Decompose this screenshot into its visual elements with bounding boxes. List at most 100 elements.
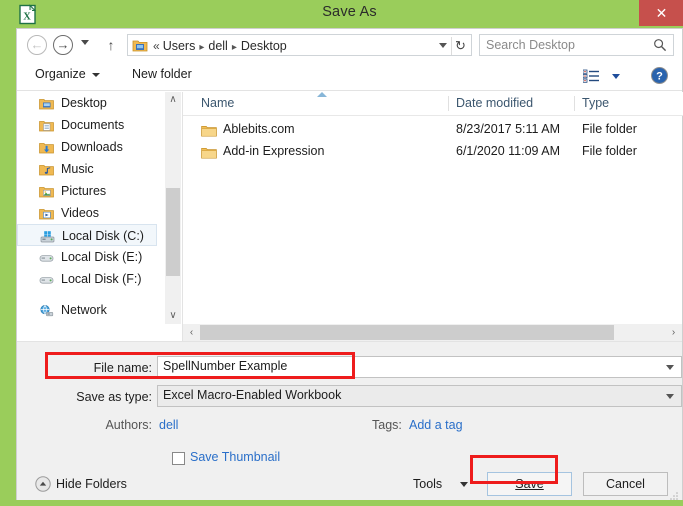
resize-grip-icon[interactable] <box>669 488 679 500</box>
breadcrumb-separator-icon: ▸ <box>199 42 205 53</box>
drive-icon <box>39 272 54 286</box>
file-list-pane: Name Date modified Type Ablebits.com 8/2… <box>182 92 683 324</box>
dialog-body: ← → ↑ «Users ▸ dell ▸ Desktop ↻ Search D… <box>16 28 683 500</box>
save-as-type-value: Excel Macro-Enabled Workbook <box>163 388 342 402</box>
folder-icon <box>132 38 148 53</box>
file-date-modified: 6/1/2020 11:09 AM <box>456 144 561 158</box>
search-icon <box>653 38 667 52</box>
address-chevron-down-icon[interactable] <box>439 43 447 48</box>
file-name-input[interactable]: SpellNumber Example <box>157 356 682 378</box>
folder-icon <box>201 124 217 138</box>
file-name-label: File name: <box>93 361 152 375</box>
new-folder-button[interactable]: New folder <box>132 67 192 81</box>
column-headers: Name Date modified Type <box>183 92 683 116</box>
tools-chevron-down-icon[interactable] <box>460 482 468 487</box>
sidebar-item-local-disk-e[interactable]: Local Disk (E:) <box>17 246 181 268</box>
dialog-footer: Hide Folders Tools Save Cancel <box>17 469 682 500</box>
breadcrumb-item-users[interactable]: Users <box>163 39 196 53</box>
column-header-type[interactable]: Type <box>582 96 609 110</box>
table-row[interactable]: Add-in Expression 6/1/2020 11:09 AM File… <box>183 142 683 164</box>
chevron-down-icon[interactable] <box>666 365 674 370</box>
file-name: Ablebits.com <box>223 122 295 136</box>
scroll-right-icon[interactable]: › <box>665 324 682 341</box>
toolbar: Organize New folder ? <box>17 61 682 91</box>
sidebar-item-downloads[interactable]: Downloads <box>17 136 181 158</box>
sidebar-item-local-disk-c[interactable]: Local Disk (C:) <box>17 224 157 246</box>
navigation-pane-scrollbar[interactable]: ∧ ∨ <box>165 92 181 324</box>
table-row-partial[interactable] <box>201 165 211 168</box>
drive-icon <box>39 250 54 264</box>
scroll-left-icon[interactable]: ‹ <box>183 324 200 341</box>
sidebar-item-videos[interactable]: Videos <box>17 202 181 224</box>
save-button[interactable]: Save <box>487 472 572 496</box>
help-icon[interactable]: ? <box>651 67 668 84</box>
title-bar: X Save As ✕ <box>8 0 683 28</box>
search-input[interactable]: Search Desktop <box>479 34 674 56</box>
sidebar-item-music[interactable]: Music <box>17 158 181 180</box>
view-chevron-down-icon[interactable] <box>612 74 620 79</box>
save-thumbnail-label[interactable]: Save Thumbnail <box>190 450 280 464</box>
recent-locations-chevron-down-icon[interactable] <box>81 40 89 45</box>
divider <box>574 96 575 111</box>
file-list-horizontal-scrollbar[interactable]: ‹ › <box>182 324 682 341</box>
save-thumbnail-checkbox[interactable] <box>172 452 185 465</box>
table-row[interactable]: Ablebits.com 8/23/2017 5:11 AM File fold… <box>183 120 683 142</box>
folder-icon <box>201 146 217 160</box>
back-arrow-icon[interactable]: ← <box>27 35 47 55</box>
breadcrumb[interactable]: «Users ▸ dell ▸ Desktop <box>153 37 287 57</box>
sidebar-item-label: Local Disk (E:) <box>61 250 143 264</box>
file-name: Add-in Expression <box>223 144 325 158</box>
breadcrumb-item-dell[interactable]: dell <box>208 39 227 53</box>
collapse-up-icon[interactable] <box>35 476 51 492</box>
sidebar-item-desktop[interactable]: Desktop <box>17 92 181 114</box>
up-arrow-icon[interactable]: ↑ <box>103 35 119 55</box>
documents-folder-icon <box>39 118 54 132</box>
breadcrumb-item-desktop[interactable]: Desktop <box>241 39 287 53</box>
videos-folder-icon <box>39 206 54 220</box>
file-date-modified: 8/23/2017 5:11 AM <box>456 122 561 136</box>
sidebar-item-pictures[interactable]: Pictures <box>17 180 181 202</box>
file-name-value: SpellNumber Example <box>163 359 288 373</box>
tools-button[interactable]: Tools <box>413 477 442 491</box>
sidebar-item-label: Local Disk (C:) <box>62 229 144 243</box>
authors-label: Authors: <box>105 418 152 432</box>
divider <box>448 96 449 111</box>
view-layout-icon[interactable] <box>582 69 599 83</box>
sort-ascending-icon <box>317 92 327 97</box>
hide-folders-button[interactable]: Hide Folders <box>56 477 127 491</box>
organize-button[interactable]: Organize <box>35 67 86 81</box>
cancel-button[interactable]: Cancel <box>583 472 668 496</box>
sidebar-item-documents[interactable]: Documents <box>17 114 181 136</box>
chevron-down-icon[interactable] <box>666 394 674 399</box>
save-as-dialog-window: X Save As ✕ ← → ↑ «Users ▸ dell ▸ Deskto… <box>0 0 683 506</box>
sidebar-item-network[interactable]: Network <box>17 299 181 321</box>
save-as-type-label: Save as type: <box>76 390 152 404</box>
music-folder-icon <box>39 162 54 176</box>
breadcrumb-separator-icon: ▸ <box>231 42 237 53</box>
network-icon <box>39 303 54 317</box>
scroll-down-icon[interactable]: ∨ <box>165 308 181 324</box>
close-button[interactable]: ✕ <box>639 0 683 26</box>
refresh-icon[interactable]: ↻ <box>452 37 469 55</box>
navigation-pane: Desktop Documents Downloads Music Pictur… <box>17 92 181 324</box>
column-header-date-modified[interactable]: Date modified <box>456 96 533 110</box>
authors-value[interactable]: dell <box>159 418 178 432</box>
save-as-type-combo[interactable]: Excel Macro-Enabled Workbook <box>157 385 682 407</box>
tags-label: Tags: <box>372 418 402 432</box>
scrollbar-thumb[interactable] <box>166 188 180 276</box>
organize-chevron-down-icon[interactable] <box>92 73 100 77</box>
scroll-up-icon[interactable]: ∧ <box>165 92 181 108</box>
forward-arrow-icon[interactable]: → <box>53 35 73 55</box>
window-title: Save As <box>322 4 377 20</box>
scrollbar-thumb[interactable] <box>200 325 614 340</box>
column-header-name[interactable]: Name <box>201 96 234 110</box>
address-bar[interactable]: «Users ▸ dell ▸ Desktop ↻ <box>127 34 472 56</box>
add-a-tag-link[interactable]: Add a tag <box>409 418 463 432</box>
breadcrumb-overflow-icon[interactable]: « <box>153 39 163 53</box>
save-button-label: Save <box>515 477 544 491</box>
sidebar-item-label: Local Disk (F:) <box>61 272 142 286</box>
downloads-folder-icon <box>39 140 54 154</box>
sidebar-item-local-disk-f[interactable]: Local Disk (F:) <box>17 268 181 290</box>
desktop-folder-icon <box>39 96 54 110</box>
